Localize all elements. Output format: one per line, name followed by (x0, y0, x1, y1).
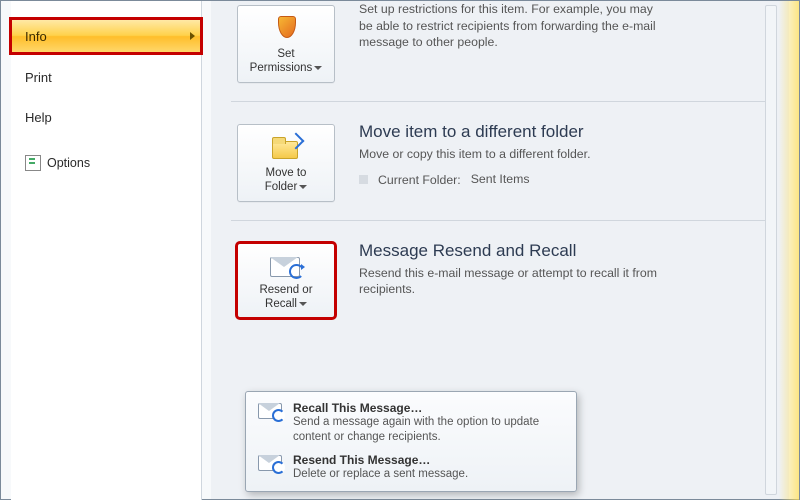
menu-item-title: Recall This Message… (293, 401, 543, 415)
current-folder-row: Current Folder: Sent Items (359, 172, 590, 187)
envelope-recall-icon (257, 401, 283, 421)
move-description: Move or copy this item to a different fo… (359, 146, 590, 163)
nav-label: Options (47, 156, 90, 170)
resend-or-recall-button[interactable]: Resend or Recall (237, 243, 335, 319)
current-folder-label: Current Folder: (378, 173, 461, 187)
chevron-down-icon (299, 185, 307, 189)
envelope-recall-icon (267, 252, 305, 280)
set-permissions-button[interactable]: Set Permissions (237, 5, 335, 83)
section-move: Move to Folder Move item to a different … (211, 102, 789, 220)
current-folder-value: Sent Items (471, 172, 530, 187)
envelope-resend-icon (257, 453, 283, 473)
button-line1: Set (277, 48, 294, 60)
nav-item-info[interactable]: Info (11, 19, 201, 53)
move-to-folder-button[interactable]: Move to Folder (237, 124, 335, 202)
backstage-sidebar: Info Print Help Options (11, 1, 202, 500)
nav-label: Print (25, 70, 52, 85)
chevron-down-icon (299, 302, 307, 306)
menu-item-recall[interactable]: Recall This Message… Send a message agai… (251, 397, 571, 449)
nav-label: Info (25, 29, 47, 44)
nav-item-help[interactable]: Help (11, 101, 201, 133)
button-line2: Recall (265, 298, 297, 310)
shield-icon (269, 14, 303, 44)
section-permissions: Set Permissions Set up restrictions for … (211, 1, 789, 101)
menu-item-resend[interactable]: Resend This Message… Delete or replace a… (251, 449, 571, 486)
button-line2: Folder (265, 181, 298, 193)
chevron-down-icon (314, 66, 322, 70)
section-resend-recall: Resend or Recall Message Resend and Reca… (211, 221, 789, 337)
nav-item-print[interactable]: Print (11, 61, 201, 93)
nav-label: Help (25, 110, 52, 125)
button-line2: Permissions (250, 62, 313, 74)
resend-title: Message Resend and Recall (359, 241, 659, 261)
move-title: Move item to a different folder (359, 122, 590, 142)
menu-item-title: Resend This Message… (293, 453, 468, 467)
menu-item-desc: Send a message again with the option to … (293, 415, 543, 445)
bullet-icon (359, 175, 368, 184)
button-line1: Resend or (259, 284, 312, 296)
resend-description: Resend this e-mail message or attempt to… (359, 265, 659, 298)
button-line1: Move to (266, 167, 307, 179)
nav-item-options[interactable]: Options (11, 155, 201, 171)
outlook-backstage-window: Info Print Help Options Set Permissions (0, 0, 800, 500)
folder-move-icon (268, 133, 304, 163)
scrollbar[interactable] (765, 5, 777, 495)
permissions-description: Set up restrictions for this item. For e… (359, 1, 659, 51)
options-icon (25, 155, 41, 171)
menu-item-desc: Delete or replace a sent message. (293, 467, 468, 482)
resend-recall-menu: Recall This Message… Send a message agai… (245, 391, 577, 492)
